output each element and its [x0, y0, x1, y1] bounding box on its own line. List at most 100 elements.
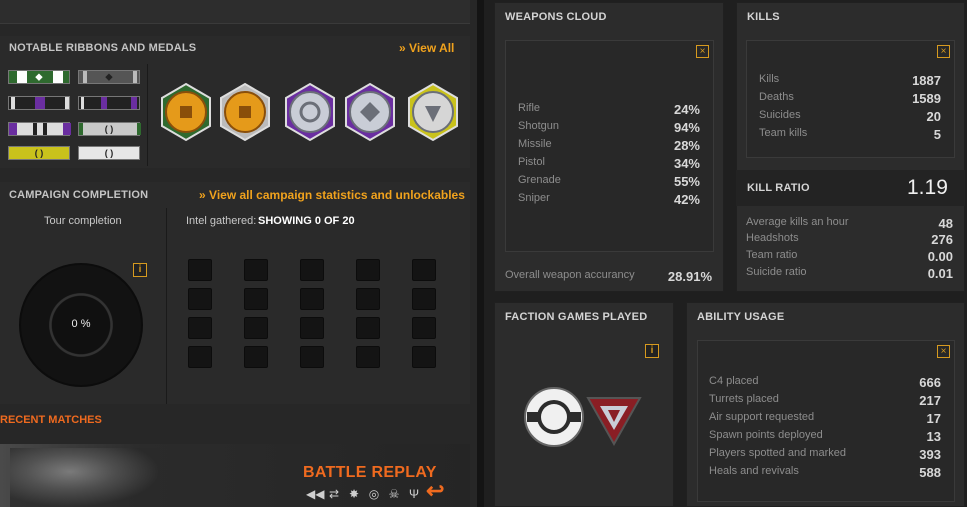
intel-slot[interactable]	[188, 317, 212, 339]
ribbon-yellow[interactable]: ( )	[8, 146, 70, 160]
stat-row: Pistol 34%	[518, 156, 700, 174]
stat-row: Shotgun 94%	[518, 120, 700, 138]
stat-row: Suicides 20	[759, 109, 941, 127]
ribbon-green[interactable]: ◆	[8, 70, 70, 84]
stat-row: Team kills 5	[759, 127, 941, 145]
view-all-link[interactable]: » View All	[399, 41, 454, 55]
stat-label: C4 placed	[709, 375, 759, 387]
ribbon-grey[interactable]: ◆	[78, 70, 140, 84]
close-icon[interactable]: ×	[937, 45, 950, 58]
ribbon-white-purple[interactable]	[8, 122, 71, 136]
intel-slot[interactable]	[244, 317, 268, 339]
stat-label: Deaths	[759, 91, 794, 103]
rewind-icon[interactable]: ◀◀	[306, 487, 324, 505]
stat-value: 666	[919, 375, 941, 390]
column-divider	[477, 0, 484, 507]
stat-label: Suicide ratio	[746, 266, 807, 278]
tour-completion-label: Tour completion	[44, 215, 122, 227]
target-icon[interactable]: ◎	[366, 487, 382, 505]
helghast-faction-icon	[586, 397, 642, 446]
ribbon-purple-center[interactable]	[8, 96, 70, 110]
stat-label: Headshots	[746, 232, 799, 244]
tour-completion-value: 0 %	[71, 318, 91, 330]
stat-row: Deaths 1589	[759, 91, 941, 109]
intel-slot[interactable]	[412, 346, 436, 368]
stat-label: Spawn points deployed	[709, 429, 823, 441]
campaign-stats-label: View all campaign statistics and unlocka…	[209, 188, 465, 202]
intel-slot[interactable]	[412, 288, 436, 310]
intel-slot[interactable]	[244, 346, 268, 368]
intel-slot[interactable]	[300, 288, 324, 310]
stat-row: Spawn points deployed 13	[709, 429, 941, 447]
battle-replay-title[interactable]: BATTLE REPLAY	[303, 464, 437, 482]
antenna-icon[interactable]: Ψ	[406, 487, 422, 505]
overall-accuracy-label: Overall weapon accurancy	[505, 269, 635, 281]
intel-slot[interactable]	[412, 317, 436, 339]
recent-matches-title: RECENT MATCHES	[0, 414, 102, 426]
overall-accuracy-row: Overall weapon accurancy 28.91%	[505, 269, 712, 287]
intel-slot[interactable]	[244, 259, 268, 281]
replay-icon-bar: ◀◀ ⇄ ✸ ◎ ☠ Ψ	[306, 487, 422, 505]
stat-value: 5	[933, 127, 941, 142]
medal-silver-purple-2[interactable]	[342, 82, 398, 142]
stat-value: 1589	[912, 91, 941, 106]
info-icon[interactable]: i	[133, 263, 147, 277]
medal-silver-yellow[interactable]	[405, 82, 461, 142]
intel-slot[interactable]	[300, 317, 324, 339]
stat-label: Air support requested	[709, 411, 815, 423]
stat-value: 48	[938, 216, 953, 231]
campaign-stats-link[interactable]: » View all campaign statistics and unloc…	[199, 188, 465, 202]
stat-row: Players spotted and marked 393	[709, 447, 941, 465]
intel-slot[interactable]	[188, 288, 212, 310]
intel-slot[interactable]	[356, 288, 380, 310]
kills-title: KILLS	[747, 11, 780, 23]
stat-label: Sniper	[518, 192, 550, 204]
replay-arrow-icon[interactable]: ↩	[426, 478, 444, 504]
ribbon-white[interactable]: ( )	[78, 146, 140, 160]
intel-slot[interactable]	[300, 259, 324, 281]
stat-label: Heals and revivals	[709, 465, 799, 477]
intel-slot[interactable]	[356, 346, 380, 368]
stat-value: 20	[926, 109, 941, 124]
soldier-image	[10, 448, 160, 507]
intel-slot[interactable]	[412, 259, 436, 281]
medal-gold-white[interactable]	[217, 82, 273, 142]
stat-row: Sniper 42%	[518, 192, 700, 210]
stat-label: Suicides	[759, 109, 801, 121]
intel-slot[interactable]	[356, 259, 380, 281]
stat-row: Suicide ratio 0.01	[746, 266, 953, 284]
double-chevron-icon: »	[399, 41, 406, 55]
stat-label: Average kills an hour	[746, 216, 849, 228]
ability-title: ABILITY USAGE	[697, 311, 785, 323]
intel-slot[interactable]	[356, 317, 380, 339]
close-icon[interactable]: ×	[696, 45, 709, 58]
stat-value: 0.01	[927, 266, 953, 281]
weapons-cloud-title: WEAPONS CLOUD	[505, 11, 607, 23]
explosion-icon[interactable]: ✸	[346, 487, 362, 505]
ribbon-silver-green[interactable]: ( )	[78, 122, 141, 136]
stat-value: 276	[931, 232, 953, 247]
intel-slot[interactable]	[188, 346, 212, 368]
close-icon[interactable]: ×	[937, 345, 950, 358]
skull-icon[interactable]: ☠	[386, 487, 402, 505]
stat-row: Team ratio 0.00	[746, 249, 953, 267]
intel-slot[interactable]	[300, 346, 324, 368]
medal-silver-purple[interactable]	[282, 82, 338, 142]
ribbons-grid: ◆ ◆ ( ) ( ) ( )	[6, 68, 142, 160]
info-icon[interactable]: i	[645, 344, 659, 358]
swap-icon[interactable]: ⇄	[326, 487, 342, 505]
stat-row: Kills 1887	[759, 73, 941, 91]
campaign-section-title: CAMPAIGN COMPLETION	[9, 189, 149, 201]
stat-label: Players spotted and marked	[709, 447, 846, 459]
stat-value: 24%	[673, 102, 700, 117]
stat-value: 217	[919, 393, 941, 408]
stat-value: 42%	[673, 192, 700, 207]
ribbons-section-title: NOTABLE RIBBONS AND MEDALS	[9, 42, 197, 54]
medal-gold-green[interactable]	[158, 82, 214, 142]
intel-slot[interactable]	[188, 259, 212, 281]
intel-slot[interactable]	[244, 288, 268, 310]
ribbon-purple-split[interactable]	[78, 96, 140, 110]
stat-row: Heals and revivals 588	[709, 465, 941, 483]
ribbons-divider	[147, 64, 148, 166]
stat-value: 588	[919, 465, 941, 480]
